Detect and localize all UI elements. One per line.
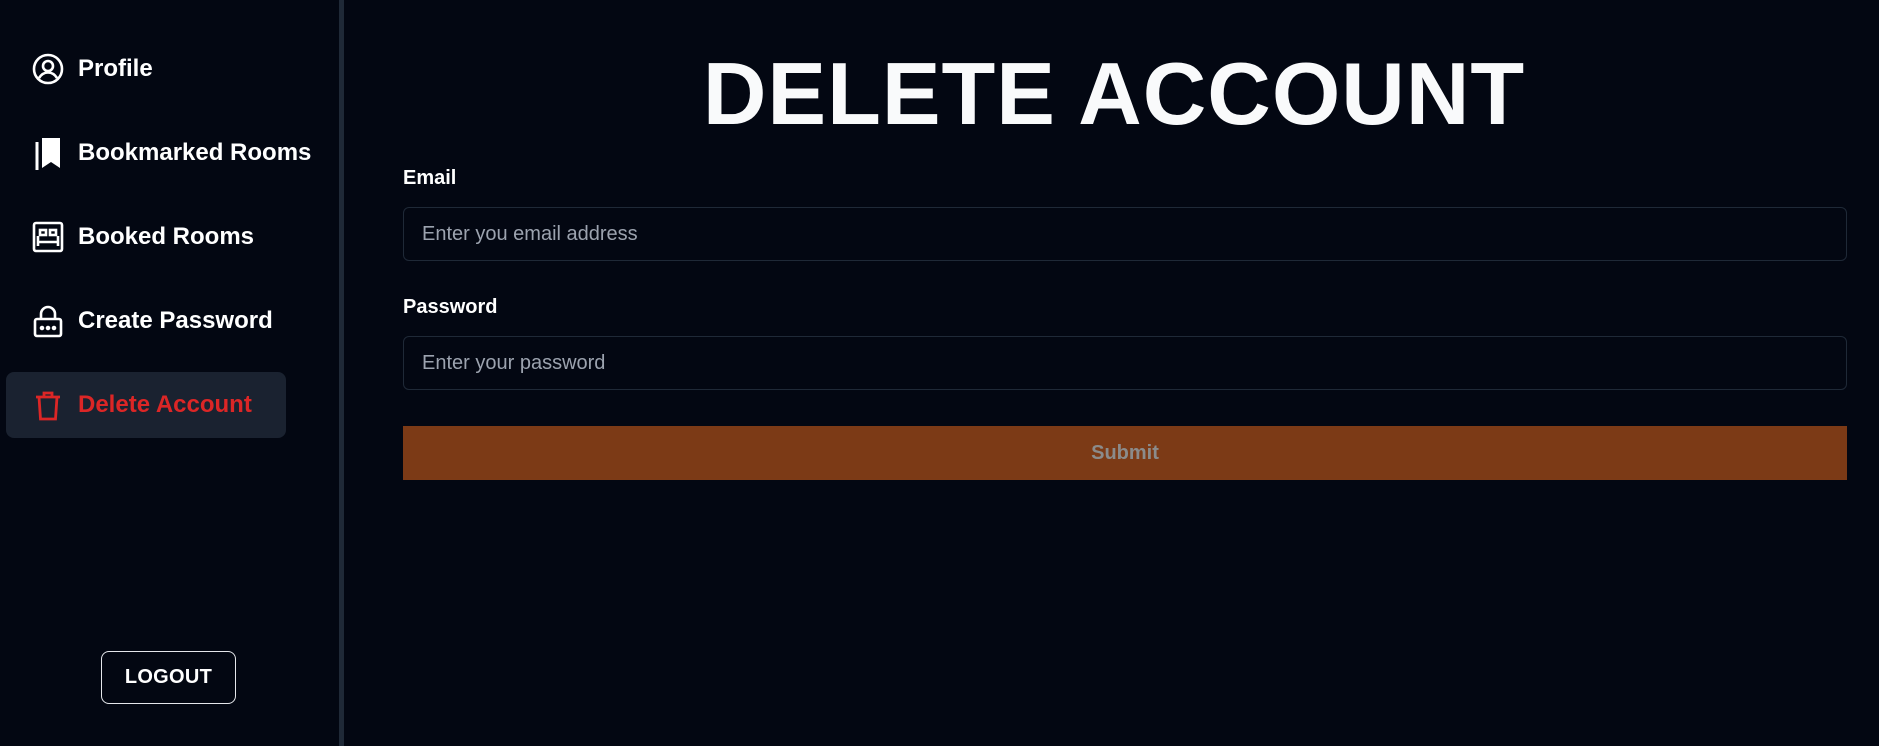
- sidebar-item-label: Create Password: [78, 307, 273, 334]
- sidebar-item-create-password[interactable]: Create Password: [6, 288, 286, 354]
- submit-button[interactable]: Submit: [403, 426, 1847, 480]
- logout-button[interactable]: LOGOUT: [101, 651, 236, 704]
- sidebar-item-bookmarked-rooms[interactable]: Bookmarked Rooms: [6, 120, 311, 186]
- sidebar-item-label: Delete Account: [78, 391, 252, 418]
- sidebar-item-booked-rooms[interactable]: Booked Rooms: [6, 204, 286, 270]
- bookmarks-icon: [31, 136, 65, 170]
- user-circle-icon: [31, 52, 65, 86]
- sidebar-item-label: Profile: [78, 55, 153, 82]
- bed-icon: [31, 220, 65, 254]
- lock-icon: [31, 304, 65, 338]
- main-content: DELETE ACCOUNT Email Password Submit: [349, 0, 1879, 746]
- email-label: Email: [403, 167, 457, 189]
- sidebar: Profile Bookmarked Rooms Booked Rooms Cr…: [0, 0, 344, 746]
- trash-icon: [31, 388, 65, 422]
- page-title: DELETE ACCOUNT: [702, 44, 1526, 143]
- password-label: Password: [403, 296, 498, 318]
- sidebar-item-label: Booked Rooms: [78, 223, 255, 250]
- sidebar-item-profile[interactable]: Profile: [6, 36, 286, 102]
- sidebar-item-label: Bookmarked Rooms: [78, 139, 312, 166]
- password-field[interactable]: [403, 336, 1847, 390]
- email-field[interactable]: [403, 207, 1847, 261]
- sidebar-item-delete-account[interactable]: Delete Account: [6, 372, 286, 438]
- app: Profile Bookmarked Rooms Booked Rooms Cr…: [0, 0, 1879, 746]
